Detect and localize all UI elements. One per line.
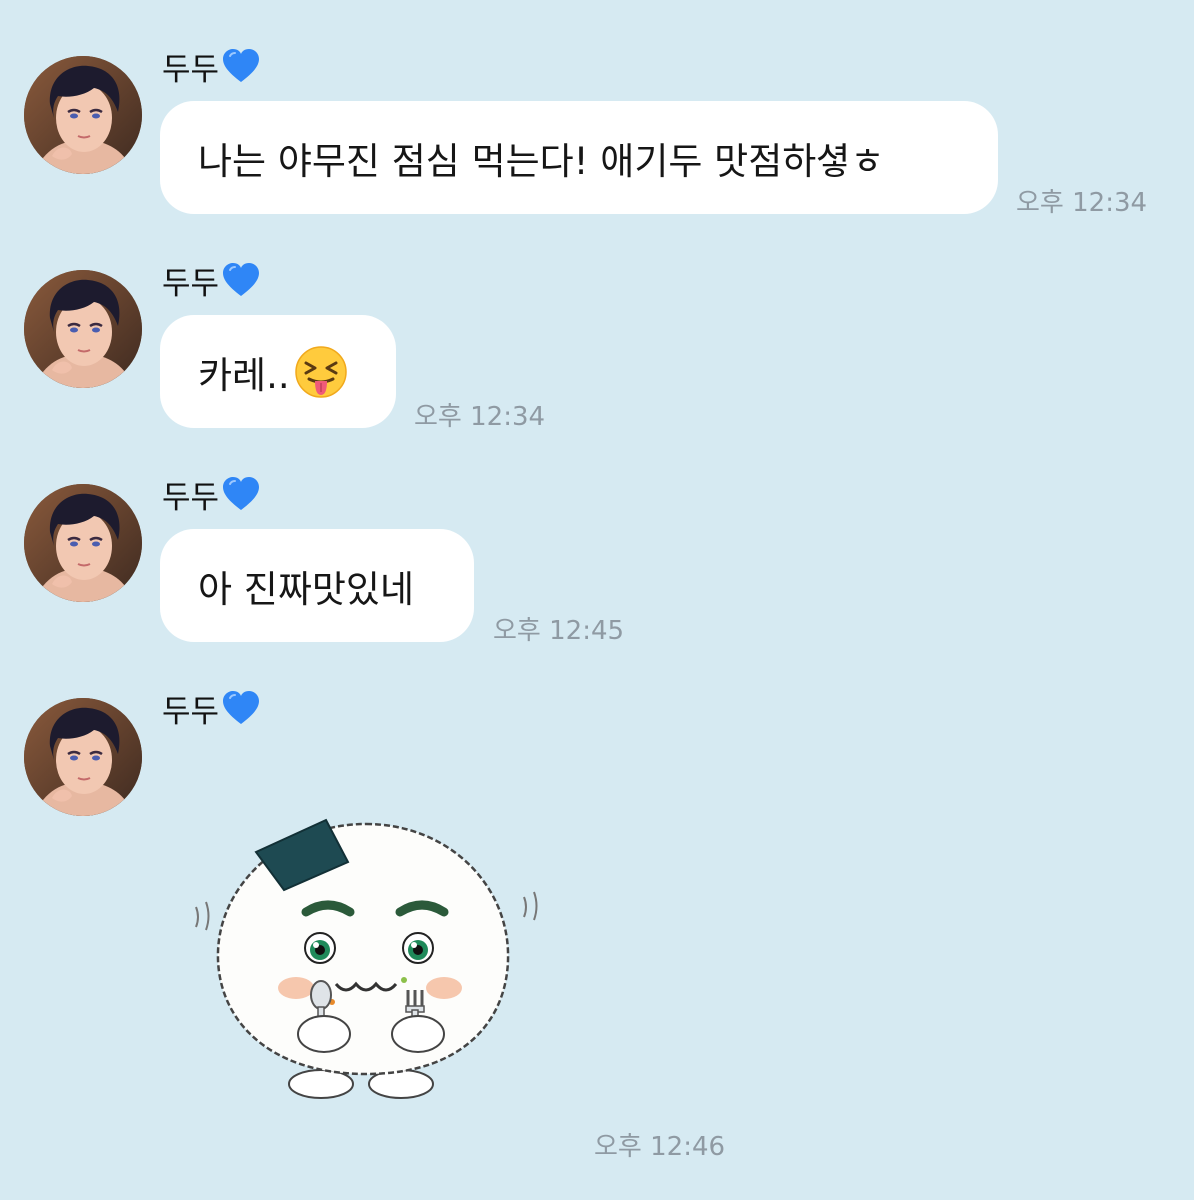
sender-name: 두두 — [162, 265, 220, 302]
message-time: 오후 12:34 — [1016, 188, 1148, 218]
sender-name: 두두 — [162, 479, 220, 516]
rice-ball-eating-sticker[interactable] — [186, 812, 546, 1112]
sender-name: 두두 — [162, 693, 220, 730]
message-time: 오후 12:46 — [594, 1132, 726, 1162]
sender-name-row: 두두 — [162, 260, 261, 302]
squinting-tongue-face-icon — [294, 345, 348, 399]
sender-name-row: 두두 — [162, 688, 261, 730]
sender-name-row: 두두 — [162, 474, 261, 516]
message-bubble[interactable]: 카레.. — [160, 315, 396, 428]
message-time: 오후 12:34 — [414, 402, 546, 432]
sender-avatar[interactable] — [24, 270, 142, 388]
sender-name: 두두 — [162, 51, 220, 88]
blue-heart-icon — [221, 48, 261, 84]
message-text: 카레.. — [198, 353, 290, 397]
message-text: 나는 야무진 점심 먹는다! 애기두 맛점하셯ㅎ — [198, 139, 885, 183]
blue-heart-icon — [221, 476, 261, 512]
message-bubble[interactable]: 아 진짜맛있네 — [160, 529, 474, 642]
sender-avatar[interactable] — [24, 698, 142, 816]
blue-heart-icon — [221, 262, 261, 298]
sender-avatar[interactable] — [24, 484, 142, 602]
message-bubble[interactable]: 나는 야무진 점심 먹는다! 애기두 맛점하셯ㅎ — [160, 101, 998, 214]
blue-heart-icon — [221, 690, 261, 726]
sender-avatar[interactable] — [24, 56, 142, 174]
message-text: 아 진짜맛있네 — [198, 567, 415, 611]
message-time: 오후 12:45 — [493, 616, 625, 646]
sender-name-row: 두두 — [162, 46, 261, 88]
